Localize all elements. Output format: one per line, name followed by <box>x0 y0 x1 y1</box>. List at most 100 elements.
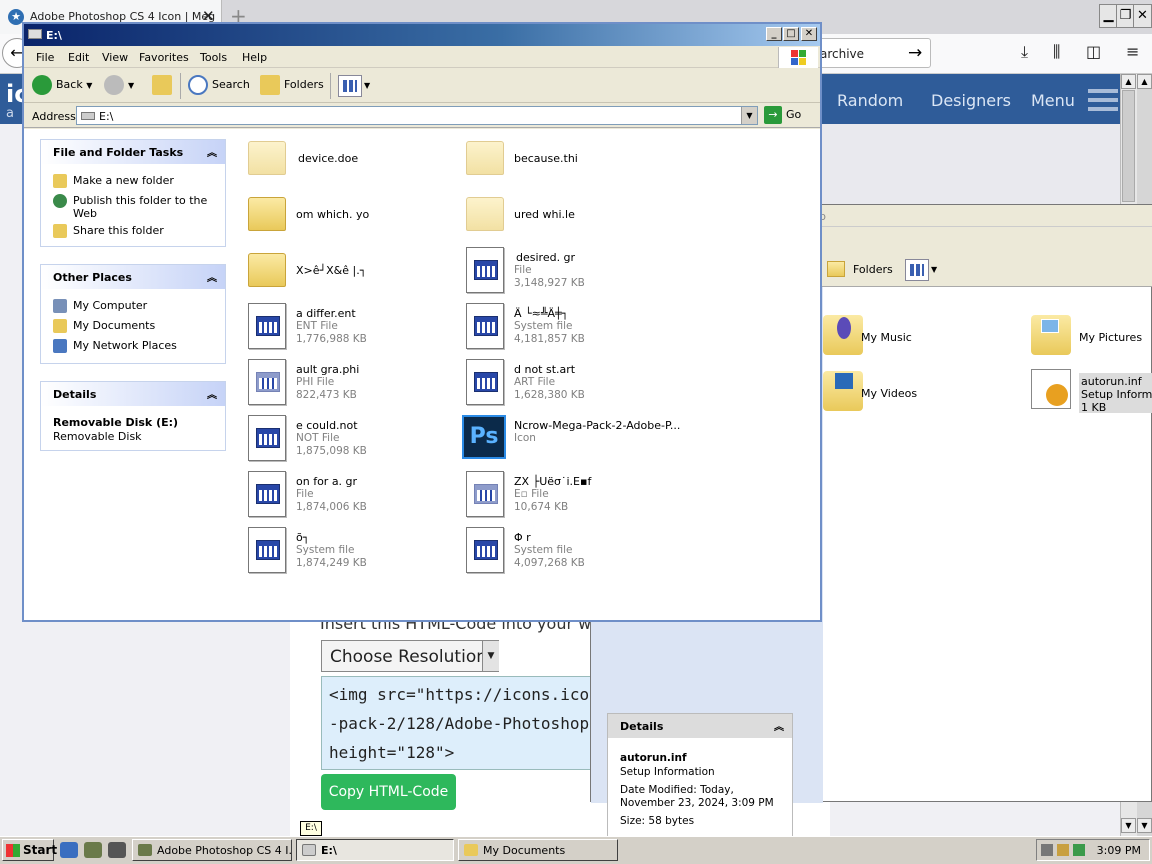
file-name[interactable]: device.doe <box>298 152 358 165</box>
url-bar[interactable]: archive → <box>815 38 931 68</box>
close-button[interactable]: ✕ <box>801 27 817 41</box>
file-name[interactable]: ault gra.phi <box>296 363 359 376</box>
copy-html-code-button[interactable]: Copy HTML-Code <box>321 774 456 810</box>
tray-icon[interactable] <box>1073 844 1085 856</box>
file-name[interactable]: ZX ├Uëσ˙i.E▪f <box>514 475 591 488</box>
file-name[interactable]: ured whi.le <box>514 208 575 221</box>
panel-header[interactable]: File and Folder Tasks ︽ <box>41 140 225 164</box>
sidebar-icon[interactable]: ◫ <box>1086 42 1101 61</box>
taskbar-item-mydocs[interactable]: My Documents <box>458 839 618 861</box>
folders-button[interactable]: Folders <box>853 263 893 276</box>
autorun-selection[interactable]: autorun.inf Setup Informat 1 KB <box>1079 373 1152 414</box>
system-file-icon[interactable] <box>248 303 286 349</box>
explorer-title-bar[interactable]: E:\ _ □ ✕ <box>24 24 820 46</box>
menu-file[interactable]: File <box>36 51 54 64</box>
dropdown-arrow-icon[interactable]: ▼ <box>482 641 499 671</box>
system-file-icon[interactable] <box>466 359 504 405</box>
task-publish-web-line2[interactable]: Web <box>73 207 97 220</box>
system-file-icon[interactable] <box>248 471 286 517</box>
system-file-icon[interactable] <box>466 471 504 517</box>
my-pictures-icon[interactable] <box>1031 315 1071 355</box>
menu-tools[interactable]: Tools <box>200 51 227 64</box>
menu-view[interactable]: View <box>102 51 128 64</box>
file-name[interactable]: d not st.art <box>514 363 575 376</box>
file-name[interactable]: Ncrow-Mega-Pack-2-Adobe-P... <box>514 419 680 432</box>
scroll-down-icon[interactable]: ▼ <box>1121 818 1136 833</box>
panel-header[interactable]: Details ︽ <box>41 382 225 406</box>
nav-link-random[interactable]: Random <box>837 91 903 110</box>
resolution-select[interactable]: Choose Resolution ▼ <box>321 640 499 672</box>
tray-icon[interactable] <box>1041 844 1053 856</box>
file-name[interactable]: desired. gr <box>516 251 575 264</box>
address-dropdown-icon[interactable]: ▼ <box>741 107 757 124</box>
file-name[interactable]: e could.not <box>296 419 358 432</box>
nav-link-designers[interactable]: Designers <box>931 91 1011 110</box>
panel-header[interactable]: Other Places ︽ <box>41 265 225 289</box>
taskbar-item-browser[interactable]: Adobe Photoshop CS 4 I... <box>132 839 292 861</box>
maximize-button[interactable]: □ <box>783 27 799 41</box>
folder-icon[interactable] <box>248 253 286 287</box>
system-file-icon[interactable] <box>466 527 504 573</box>
task-make-folder[interactable]: Make a new folder <box>53 174 174 188</box>
explorer-window[interactable]: E:\ _ □ ✕ File Edit View Favorites Tools… <box>22 22 822 622</box>
views-dropdown-icon[interactable]: ▼ <box>364 81 370 90</box>
embed-code-textarea[interactable]: <img src="https://icons.iconarchiv -pack… <box>321 676 593 770</box>
folder-icon[interactable] <box>248 141 286 175</box>
go-button[interactable]: → Go <box>764 106 801 125</box>
go-arrow-icon[interactable]: → <box>908 43 922 63</box>
place-my-network[interactable]: My Network Places <box>53 339 177 353</box>
scroll-up-icon[interactable]: ▲ <box>1137 74 1152 89</box>
ie-quicklaunch-icon[interactable] <box>60 842 78 858</box>
search-button[interactable]: Search <box>188 75 250 97</box>
place-my-computer[interactable]: My Computer <box>53 299 147 313</box>
file-name[interactable]: Φ r <box>514 531 531 544</box>
clock[interactable]: 3:09 PM <box>1097 844 1141 857</box>
collapse-chevron-icon[interactable]: ︽ <box>774 718 784 733</box>
file-name[interactable]: Ä └≈╩Ä╪┐ <box>514 307 568 320</box>
browser-close-button[interactable]: ✕ <box>1133 4 1152 28</box>
app-quicklaunch-icon[interactable] <box>84 842 102 858</box>
my-videos-icon[interactable] <box>823 371 863 411</box>
system-file-icon[interactable] <box>248 415 286 461</box>
system-file-icon[interactable] <box>248 359 286 405</box>
file-name[interactable]: X>ê┘X&ê |.┐ <box>296 264 366 277</box>
menu-help[interactable]: Help <box>242 51 267 64</box>
file-name[interactable]: õ┐ <box>296 531 309 544</box>
folder-icon[interactable] <box>248 197 286 231</box>
folder-icon[interactable] <box>466 141 504 175</box>
system-file-icon[interactable] <box>466 303 504 349</box>
start-button[interactable]: Start <box>2 839 57 861</box>
task-share-folder[interactable]: Share this folder <box>53 224 164 238</box>
file-name[interactable]: because.thi <box>514 152 578 165</box>
place-my-documents[interactable]: My Documents <box>53 319 155 333</box>
nav-link-menu[interactable]: Menu <box>1031 91 1075 110</box>
folder-icon[interactable] <box>466 197 504 231</box>
menu-bars-icon[interactable] <box>1088 89 1118 111</box>
views-icon[interactable] <box>905 259 929 281</box>
my-music-icon[interactable] <box>823 315 863 355</box>
up-folder-button[interactable] <box>152 75 176 97</box>
system-file-icon[interactable] <box>248 527 286 573</box>
menu-favorites[interactable]: Favorites <box>139 51 189 64</box>
forward-button[interactable]: ▼ <box>104 75 134 97</box>
views-dropdown-icon[interactable]: ▼ <box>931 265 937 274</box>
details-header[interactable]: Details ︽ <box>608 714 792 738</box>
my-pictures-label[interactable]: My Pictures <box>1079 331 1142 344</box>
download-icon[interactable]: ⤓ <box>1021 42 1028 62</box>
file-name[interactable]: om which. yo <box>296 208 369 221</box>
photoshop-icon[interactable]: Ps <box>462 415 506 459</box>
menu-edit[interactable]: Edit <box>68 51 89 64</box>
system-file-icon[interactable] <box>466 247 504 293</box>
task-publish-web[interactable]: Publish this folder to the <box>53 194 207 208</box>
views-icon[interactable] <box>338 75 362 97</box>
setup-file-icon[interactable] <box>1031 369 1071 409</box>
scroll-down-icon[interactable]: ▼ <box>1137 818 1152 833</box>
my-music-label[interactable]: My Music <box>861 331 912 344</box>
scroll-up-icon[interactable]: ▲ <box>1121 74 1136 89</box>
file-name[interactable]: on for a. gr <box>296 475 357 488</box>
minimize-button[interactable]: _ <box>766 27 782 41</box>
my-videos-label[interactable]: My Videos <box>861 387 917 400</box>
tray-icon[interactable] <box>1057 844 1069 856</box>
library-icon[interactable]: ⫼ <box>1053 42 1060 62</box>
scroll-thumb[interactable] <box>1122 90 1135 202</box>
